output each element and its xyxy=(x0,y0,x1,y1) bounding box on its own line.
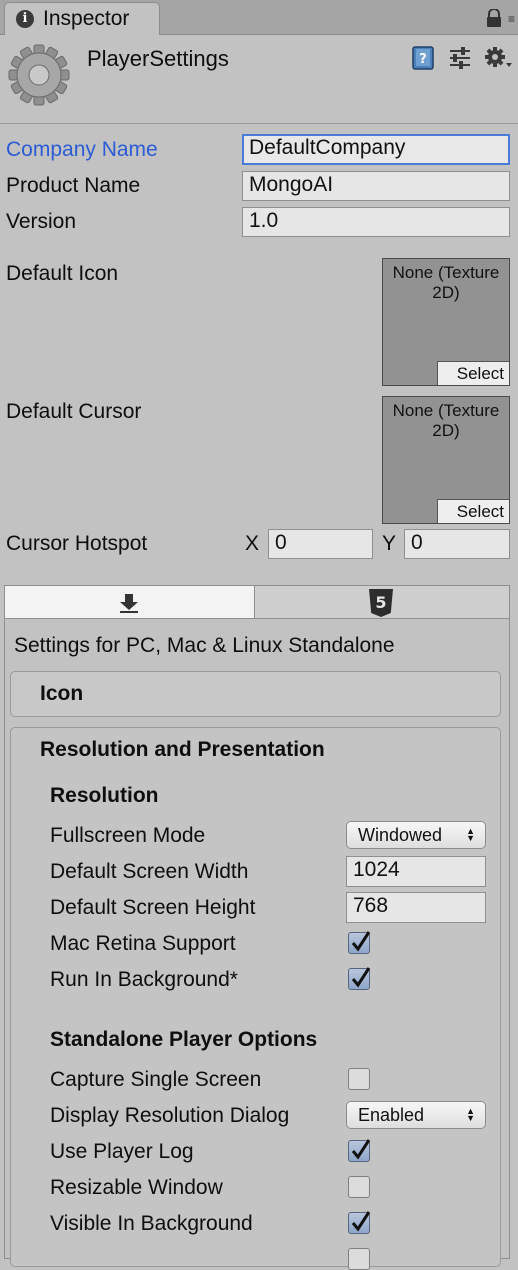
next-option-checkbox[interactable] xyxy=(348,1248,370,1270)
svg-text:5: 5 xyxy=(375,593,386,612)
display-resolution-dropdown[interactable]: Enabled ▲ ▼ xyxy=(346,1101,486,1129)
screen-width-field[interactable]: 1024 xyxy=(346,856,486,887)
context-gear-icon[interactable] xyxy=(484,45,514,71)
company-name-label: Company Name xyxy=(6,138,158,161)
hotspot-x-label: X xyxy=(245,532,260,555)
product-name-label: Product Name xyxy=(6,174,141,197)
product-name-field[interactable]: MongoAI xyxy=(242,171,510,201)
checkmark-icon xyxy=(351,1211,371,1232)
header-divider xyxy=(0,123,518,124)
resizable-window-checkbox[interactable] xyxy=(348,1176,370,1198)
hotspot-y-label: Y xyxy=(382,532,397,555)
info-icon: i xyxy=(16,10,34,28)
icon-section-label: Icon xyxy=(40,682,84,705)
fullscreen-mode-label: Fullscreen Mode xyxy=(50,824,206,847)
texture-none-text: None (Texture 2D) xyxy=(392,263,500,302)
default-cursor-texture-slot[interactable]: None (Texture 2D) Select xyxy=(382,396,510,524)
run-in-background-checkbox[interactable] xyxy=(348,967,371,990)
default-icon-texture-slot[interactable]: None (Texture 2D) Select xyxy=(382,258,510,386)
fullscreen-mode-dropdown[interactable]: Windowed ▲ ▼ xyxy=(346,821,486,849)
download-icon xyxy=(118,592,140,614)
resolution-subheader: Resolution xyxy=(50,784,159,807)
platform-tab-standalone[interactable] xyxy=(4,585,255,619)
fullscreen-mode-value: Windowed xyxy=(358,825,443,845)
company-name-field[interactable]: DefaultCompany xyxy=(242,134,510,165)
select-texture-button[interactable]: Select xyxy=(437,499,509,523)
presets-sliders-icon[interactable] xyxy=(447,45,473,71)
resizable-window-label: Resizable Window xyxy=(50,1176,223,1199)
mac-retina-label: Mac Retina Support xyxy=(50,932,236,955)
platform-settings-title: Settings for PC, Mac & Linux Standalone xyxy=(14,634,395,657)
screen-height-field[interactable]: 768 xyxy=(346,892,486,923)
hotspot-y-field[interactable]: 0 xyxy=(404,529,510,559)
texture-none-text: None (Texture 2D) xyxy=(392,401,500,440)
run-in-background-label: Run In Background* xyxy=(50,968,238,991)
checkmark-icon xyxy=(351,967,371,988)
standalone-options-subheader: Standalone Player Options xyxy=(50,1028,318,1051)
platform-tab-webgl[interactable]: 5 xyxy=(255,585,510,619)
checkmark-icon xyxy=(351,1139,371,1160)
dropdown-arrows-icon: ▲ ▼ xyxy=(466,826,475,843)
display-resolution-label: Display Resolution Dialog xyxy=(50,1104,290,1127)
dropdown-arrows-icon: ▲ ▼ xyxy=(466,1106,475,1123)
visible-in-background-label: Visible In Background xyxy=(50,1212,253,1235)
cursor-hotspot-label: Cursor Hotspot xyxy=(6,532,148,555)
use-player-log-label: Use Player Log xyxy=(50,1140,194,1163)
screen-width-label: Default Screen Width xyxy=(50,860,249,883)
lock-icon[interactable] xyxy=(485,8,503,27)
screen-height-label: Default Screen Height xyxy=(50,896,256,919)
resolution-section-label[interactable]: Resolution and Presentation xyxy=(40,738,325,762)
html5-icon: 5 xyxy=(367,588,395,618)
inspector-tab[interactable]: i Inspector xyxy=(4,2,160,35)
display-resolution-value: Enabled xyxy=(358,1105,425,1125)
visible-in-background-checkbox[interactable] xyxy=(348,1211,371,1234)
version-label: Version xyxy=(6,210,77,233)
icon-section-header[interactable]: Icon xyxy=(10,671,501,717)
default-cursor-label: Default Cursor xyxy=(6,400,142,423)
settings-gear-icon xyxy=(8,44,70,106)
svg-text:?: ? xyxy=(419,52,427,67)
default-icon-label: Default Icon xyxy=(6,262,119,285)
menu-icon[interactable]: ≡ xyxy=(508,12,515,26)
use-player-log-checkbox[interactable] xyxy=(348,1139,371,1162)
page-title: PlayerSettings xyxy=(87,46,229,71)
capture-single-screen-checkbox[interactable] xyxy=(348,1068,370,1090)
version-field[interactable]: 1.0 xyxy=(242,207,510,237)
mac-retina-checkbox[interactable] xyxy=(348,931,371,954)
help-book-icon[interactable]: ? xyxy=(410,45,436,71)
checkmark-icon xyxy=(351,931,371,952)
inspector-tab-label: Inspector xyxy=(43,7,130,30)
capture-single-screen-label: Capture Single Screen xyxy=(50,1068,262,1091)
select-texture-button[interactable]: Select xyxy=(437,361,509,385)
hotspot-x-field[interactable]: 0 xyxy=(268,529,373,559)
